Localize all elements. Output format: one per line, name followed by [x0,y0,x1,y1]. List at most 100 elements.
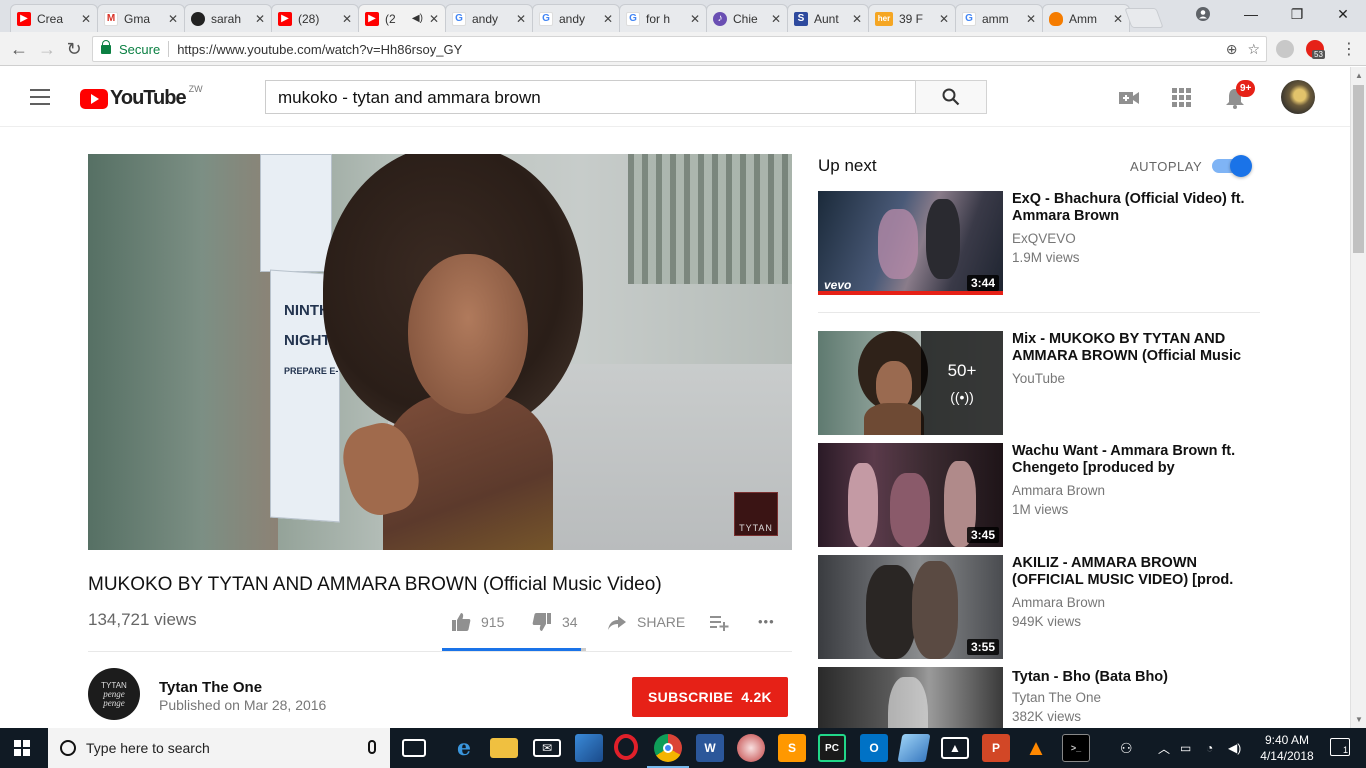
chrome-icon[interactable] [647,734,689,768]
video-thumbnail[interactable]: vevo 3:44 [818,191,1003,295]
dislike-button[interactable]: 34 [532,612,578,632]
menu-icon[interactable] [30,89,50,105]
video-thumbnail[interactable]: 50+ ((•)) [818,331,1003,435]
scrollbar-thumb[interactable] [1353,85,1364,253]
photos-icon[interactable]: ▲ [941,737,969,759]
scroll-up-arrow-icon[interactable]: ▲ [1355,71,1363,80]
address-bar[interactable]: Secure https://www.youtube.com/watch?v=H… [92,36,1267,62]
subscribe-button[interactable]: SUBSCRIBE 4.2K [632,677,788,717]
forward-button[interactable]: → [36,38,58,60]
app-icon[interactable] [575,734,603,762]
up-next-video[interactable]: 3:55 AKILIZ - AMMARA BROWN (OFFICIAL MUS… [818,555,1258,659]
tab-close-icon[interactable]: ✕ [81,12,91,26]
extension-icon[interactable] [1276,40,1294,58]
powerpoint-icon[interactable]: P [982,734,1010,762]
edge-icon[interactable]: e [450,734,478,762]
browser-tab[interactable]: G andy ✕ [445,4,533,32]
tab-close-icon[interactable]: ✕ [939,12,949,26]
browser-tab[interactable]: G andy ✕ [532,4,620,32]
upload-video-icon[interactable] [1118,87,1140,109]
volume-icon[interactable]: ◀) [1228,728,1241,768]
tab-close-icon[interactable]: ✕ [603,12,613,26]
task-view-icon[interactable] [402,739,426,757]
word-icon[interactable]: W [696,734,724,762]
scroll-down-arrow-icon[interactable]: ▼ [1355,715,1363,724]
terminal-icon[interactable]: >_ [1062,734,1090,762]
tab-close-icon[interactable]: ✕ [255,12,265,26]
extension-badge-icon[interactable]: 53 [1306,40,1325,59]
up-next-mix[interactable]: 50+ ((•)) Mix - MUKOKO BY TYTAN AND AMMA… [818,331,1258,435]
battery-icon[interactable]: ▭ [1180,728,1191,768]
channel-avatar[interactable]: TYTAN penge penge [88,668,140,720]
up-next-video[interactable]: vevo 3:44 ExQ - Bhachura (Official Video… [818,191,1258,295]
new-tab-button[interactable] [1124,8,1164,28]
tray-chevron-icon[interactable]: ︿ [1158,728,1170,768]
pycharm-icon[interactable]: PC [818,734,846,762]
browser-tab[interactable]: sarah ✕ [184,4,272,32]
video-title[interactable]: AKILIZ - AMMARA BROWN (OFFICIAL MUSIC VI… [1012,555,1252,589]
tab-close-icon[interactable]: ✕ [1026,12,1036,26]
browser-tab[interactable]: her 39 F ✕ [868,4,956,32]
minimize-button[interactable]: — [1228,0,1274,28]
channel-watermark[interactable]: TYTAN [734,492,778,536]
video-thumbnail[interactable]: 3:55 [818,555,1003,659]
youtube-logo[interactable]: YouTube ZW [80,84,203,110]
action-center-icon[interactable]: 1 [1330,738,1350,756]
browser-tab[interactable]: ♪ Chie ✕ [706,4,788,32]
taskbar-clock[interactable]: 9:40 AM 4/14/2018 [1254,732,1320,764]
add-to-playlist-button[interactable] [709,612,739,632]
browser-tab[interactable]: G for h ✕ [619,4,707,32]
up-next-video[interactable]: 3:45 Wachu Want - Ammara Brown ft. Cheng… [818,443,1258,547]
vlc-icon[interactable]: ▲ [1022,734,1050,762]
video-title[interactable]: Mix - MUKOKO BY TYTAN AND AMMARA BROWN (… [1012,331,1252,365]
outlook-icon[interactable]: O [860,734,888,762]
more-actions-button[interactable]: ••• [758,614,775,629]
file-explorer-icon[interactable] [490,738,518,758]
autoplay-toggle[interactable] [1212,155,1252,177]
tab-close-icon[interactable]: ✕ [1113,12,1123,26]
up-next-video[interactable]: Tytan - Bho (Bata Bho) Tytan The One 382… [818,667,1258,728]
video-title[interactable]: Tytan - Bho (Bata Bho) [1012,669,1252,686]
people-icon[interactable]: ⚇ [1120,728,1133,768]
tab-close-icon[interactable]: ✕ [429,12,439,26]
zoom-icon[interactable]: ⊕ [1226,41,1238,58]
notes-icon[interactable] [897,734,931,762]
browser-tab[interactable]: ▶ Crea ✕ [10,4,98,32]
video-thumbnail[interactable] [818,667,1003,728]
video-thumbnail[interactable]: 3:45 [818,443,1003,547]
share-button[interactable]: SHARE [607,612,685,632]
browser-tab[interactable]: G amm ✕ [955,4,1043,32]
chrome-menu-icon[interactable]: ⋮ [1338,38,1360,60]
opera-icon[interactable] [614,734,638,760]
video-player[interactable]: NINTH NIGHT PREPARE E- TYTAN [88,154,792,550]
video-title[interactable]: ExQ - Bhachura (Official Video) ft. Amma… [1012,191,1252,225]
search-input[interactable]: mukoko - tytan and ammara brown [265,80,916,114]
browser-tab[interactable]: ▶ (28) ✕ [271,4,359,32]
tab-close-icon[interactable]: ✕ [168,12,178,26]
paint-icon[interactable] [737,734,765,762]
search-button[interactable] [915,80,987,114]
reload-button[interactable]: ↻ [63,38,85,60]
profile-icon[interactable] [1180,0,1226,28]
taskbar-search[interactable]: Type here to search [48,728,390,768]
wifi-icon[interactable]: ◔ [1206,728,1213,768]
video-title[interactable]: Wachu Want - Ammara Brown ft. Chengeto [… [1012,443,1252,477]
tab-close-icon[interactable]: ✕ [690,12,700,26]
channel-name[interactable]: Tytan The One [159,679,262,696]
account-avatar[interactable] [1281,80,1315,114]
tab-close-icon[interactable]: ✕ [852,12,862,26]
apps-grid-icon[interactable] [1171,87,1193,109]
bookmark-star-icon[interactable]: ☆ [1247,41,1260,58]
page-scrollbar[interactable]: ▲ ▼ [1350,67,1366,728]
speaker-icon[interactable]: ◀) [412,13,423,24]
tab-close-icon[interactable]: ✕ [771,12,781,26]
maximize-button[interactable]: ❐ [1274,0,1320,28]
sublime-icon[interactable]: S [778,734,806,762]
back-button[interactable]: ← [8,38,30,60]
browser-tab[interactable]: M Gma ✕ [97,4,185,32]
browser-tab[interactable]: S Aunt ✕ [787,4,869,32]
tab-close-icon[interactable]: ✕ [342,12,352,26]
url-text[interactable]: https://www.youtube.com/watch?v=Hh86rsoy… [177,42,462,57]
browser-tab-active[interactable]: ▶ (2 ◀) ✕ [358,4,446,32]
close-window-button[interactable]: ✕ [1320,0,1366,28]
